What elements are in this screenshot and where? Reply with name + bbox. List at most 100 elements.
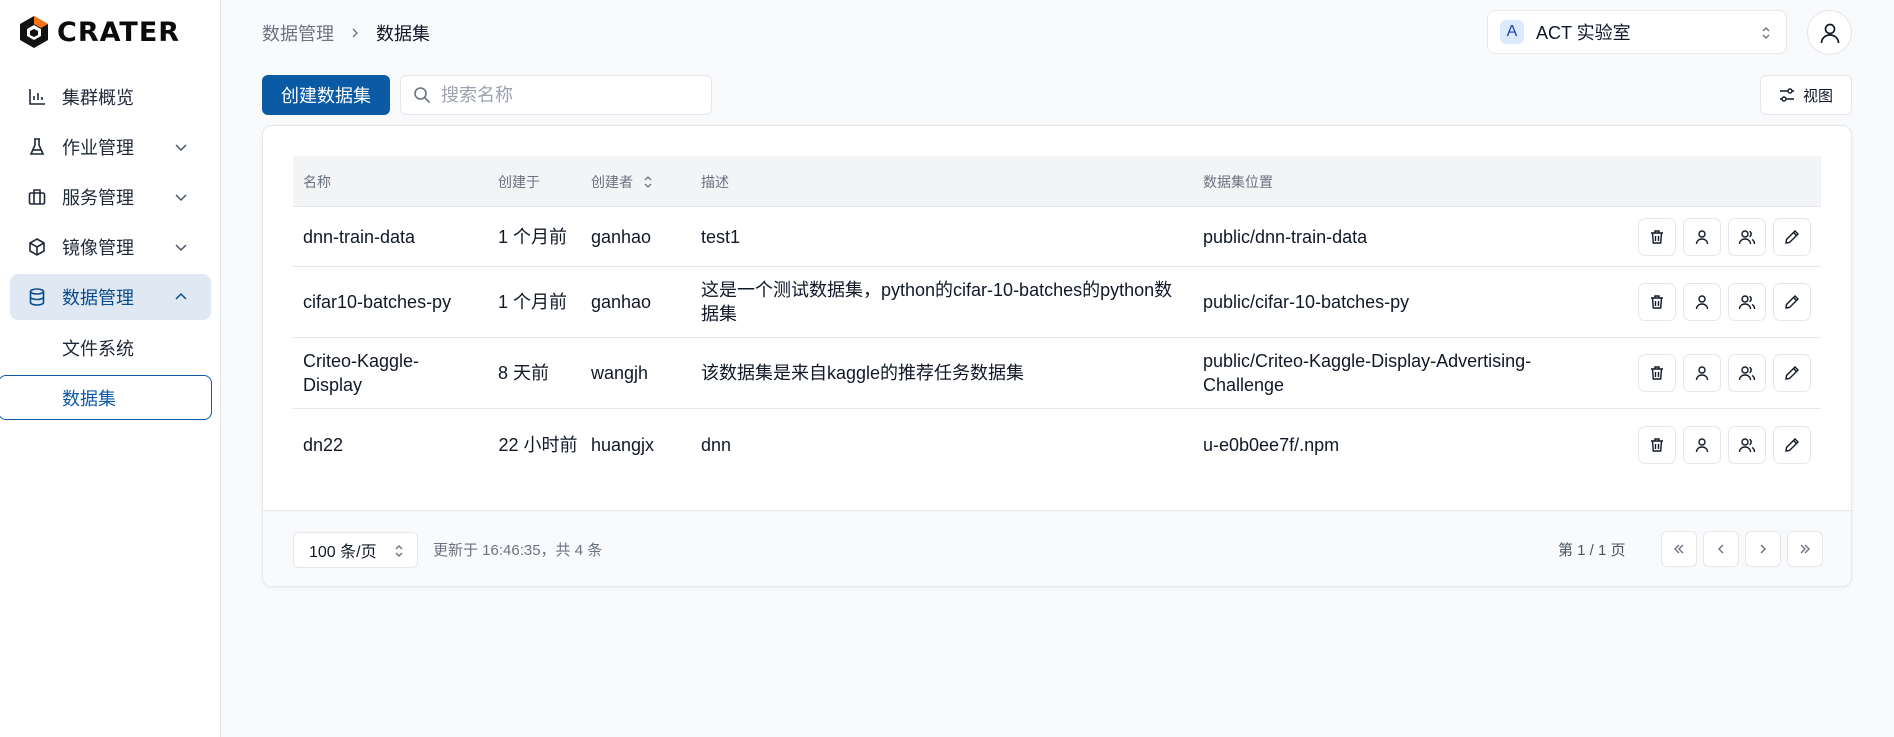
cell-creator: ganhao (591, 292, 652, 312)
cell-location: public/Criteo-Kaggle-Display-Advertising… (1203, 351, 1532, 395)
sidebar-subitem-datasets[interactable]: 数据集 (0, 375, 212, 420)
sidebar-item-label: 数据管理 (62, 288, 134, 308)
share-group-button[interactable] (1728, 283, 1766, 321)
brand-logo[interactable]: CRATER (19, 15, 180, 49)
flask-icon (27, 137, 47, 157)
pencil-icon (1785, 437, 1799, 452)
cell-location: u-e0b0ee7f/.npm (1203, 434, 1340, 455)
sidebar-subitem-label: 数据集 (62, 388, 116, 409)
sidebar-item-cluster-overview[interactable]: 集群概览 (10, 74, 211, 120)
breadcrumb-parent[interactable]: 数据管理 (262, 20, 334, 46)
cell-creator: ganhao (591, 226, 652, 247)
cell-description: test1 (701, 226, 741, 247)
chevron-updown-icon (395, 545, 403, 557)
chevrons-left-icon (1674, 544, 1684, 554)
column-header-creator[interactable]: 创建者 (591, 156, 653, 207)
cell-name[interactable]: dnn-train-data (303, 207, 488, 266)
sidebar-item-image-management[interactable]: 镜像管理 (10, 224, 211, 270)
share-group-button[interactable] (1728, 425, 1766, 464)
view-options-button[interactable]: 视图 (1760, 75, 1852, 115)
column-header-name[interactable]: 名称 (303, 156, 331, 207)
cell-description: dnn (701, 434, 732, 455)
search-input[interactable] (441, 84, 701, 106)
share-user-button[interactable] (1683, 425, 1721, 464)
team-selector[interactable]: A ACT 实验室 (1487, 10, 1787, 54)
first-page-button[interactable] (1661, 531, 1697, 567)
share-user-button[interactable] (1683, 217, 1721, 256)
cell-description: 这是一个测试数据集，python的cifar-10-batches的python… (701, 280, 1173, 324)
column-header-description[interactable]: 描述 (701, 156, 729, 207)
delete-button[interactable] (1638, 283, 1676, 321)
trash-icon (1651, 295, 1663, 309)
user-icon (1695, 229, 1709, 244)
pencil-icon (1785, 295, 1799, 309)
pencil-icon (1785, 229, 1799, 244)
cell-created: 8 天前 (498, 363, 550, 383)
share-group-button[interactable] (1728, 354, 1766, 392)
table-row[interactable]: Criteo-Kaggle-Display 8 天前 wangjh 该数据集是来… (293, 338, 1821, 409)
next-page-button[interactable] (1745, 531, 1781, 567)
table-row[interactable]: dn22 22 小时前 huangjx dnn u-e0b0ee7f/.npm (293, 409, 1821, 480)
page-size-value: 100 条/页 (309, 544, 377, 561)
team-badge: A (1500, 20, 1524, 44)
user-icon (1820, 23, 1839, 43)
chevron-up-icon (175, 292, 187, 300)
chevron-updown-icon (1762, 27, 1770, 39)
users-icon (1738, 437, 1756, 452)
cell-name[interactable]: dn22 (303, 409, 488, 480)
edit-button[interactable] (1773, 354, 1811, 392)
cell-location: public/dnn-train-data (1203, 226, 1368, 247)
edit-button[interactable] (1773, 425, 1811, 464)
cell-description: 该数据集是来自kaggle的推荐任务数据集 (701, 363, 1025, 383)
last-page-button[interactable] (1787, 531, 1823, 567)
column-header-location[interactable]: 数据集位置 (1203, 156, 1273, 207)
cell-name[interactable]: cifar10-batches-py (303, 267, 488, 337)
users-icon (1738, 295, 1756, 310)
pagination (1661, 531, 1823, 567)
cell-creator: huangjx (591, 434, 655, 455)
sidebar-subitem-filesystem[interactable]: 文件系统 (62, 335, 134, 361)
table-footer: 100 条/页 更新于 16:46:35，共 4 条 第 1 / 1 页 (263, 510, 1851, 586)
share-user-button[interactable] (1683, 354, 1721, 392)
chevron-down-icon (175, 244, 187, 252)
share-group-button[interactable] (1728, 217, 1766, 256)
package-icon (27, 237, 47, 257)
cell-created: 22 小时前 (498, 434, 578, 455)
create-dataset-button[interactable]: 创建数据集 (262, 75, 390, 115)
cell-creator: wangjh (591, 363, 649, 383)
page-info: 第 1 / 1 页 (1558, 542, 1626, 559)
sidebar-item-service-management[interactable]: 服务管理 (10, 174, 211, 220)
sidebar-item-job-management[interactable]: 作业管理 (10, 124, 211, 170)
table-row[interactable]: cifar10-batches-py 1 个月前 ganhao 这是一个测试数据… (293, 267, 1821, 338)
cell-name[interactable]: Criteo-Kaggle-Display (303, 338, 453, 408)
delete-button[interactable] (1638, 354, 1676, 392)
user-menu-button[interactable] (1807, 10, 1852, 55)
chevron-left-icon (1718, 544, 1724, 554)
database-icon (27, 287, 47, 307)
table-header: 名称 创建于 创建者 描述 数据集位置 (293, 156, 1821, 207)
cell-created: 1 个月前 (498, 226, 568, 247)
delete-button[interactable] (1638, 425, 1676, 464)
search-box[interactable] (400, 75, 712, 115)
edit-button[interactable] (1773, 283, 1811, 321)
sidebar-item-data-management[interactable]: 数据管理 (10, 274, 211, 320)
column-header-creator-label: 创建者 (591, 173, 633, 190)
delete-button[interactable] (1638, 217, 1676, 256)
breadcrumb: 数据管理 数据集 (262, 21, 430, 45)
row-actions (1638, 409, 1811, 480)
table-row[interactable]: dnn-train-data 1 个月前 ganhao test1 public… (293, 207, 1821, 267)
column-header-created[interactable]: 创建于 (498, 156, 540, 207)
share-user-button[interactable] (1683, 283, 1721, 321)
view-label: 视图 (1802, 87, 1833, 105)
briefcase-icon (27, 187, 47, 207)
bar-chart-icon (27, 87, 47, 107)
trash-icon (1651, 437, 1663, 452)
row-actions (1638, 338, 1811, 408)
page-size-select[interactable]: 100 条/页 (293, 532, 418, 568)
edit-button[interactable] (1773, 217, 1811, 256)
chevrons-right-icon (1800, 544, 1810, 554)
user-icon (1695, 295, 1709, 310)
user-icon (1695, 437, 1709, 452)
prev-page-button[interactable] (1703, 531, 1739, 567)
update-status: 更新于 16:46:35，共 4 条 (433, 542, 603, 559)
